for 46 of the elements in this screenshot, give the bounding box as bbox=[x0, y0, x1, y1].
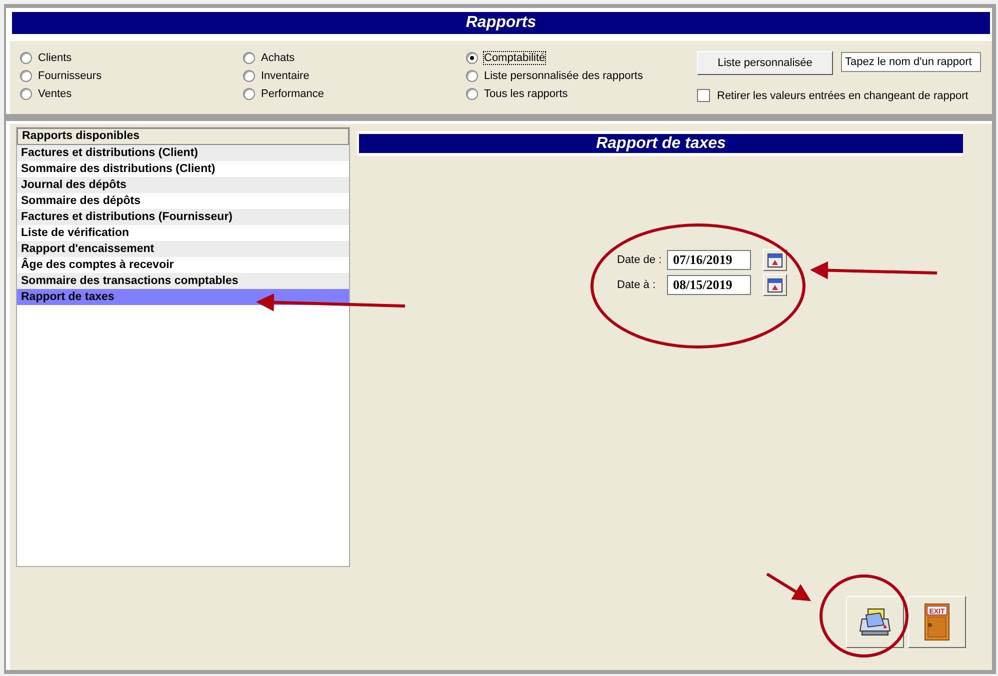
radio-icon[interactable] bbox=[466, 52, 478, 64]
report-list-item[interactable]: Sommaire des dépôts bbox=[17, 193, 349, 209]
report-title: Rapport de taxes bbox=[359, 134, 963, 153]
radio-icon[interactable] bbox=[243, 88, 255, 100]
report-type-radio[interactable]: Liste personnalisée des rapports bbox=[466, 69, 689, 83]
calendar-button[interactable] bbox=[763, 274, 787, 296]
report-list-item[interactable]: Sommaire des transactions comptables bbox=[17, 273, 349, 289]
report-list-item[interactable]: Journal des dépôts bbox=[17, 177, 349, 193]
calendar-icon bbox=[767, 252, 783, 268]
radio-icon[interactable] bbox=[243, 52, 255, 64]
report-type-radio[interactable]: Comptabilité bbox=[466, 51, 689, 65]
print-button[interactable] bbox=[846, 596, 904, 648]
radio-icon[interactable] bbox=[243, 70, 255, 82]
list-header: Rapports disponibles bbox=[17, 128, 349, 145]
calendar-button[interactable] bbox=[763, 249, 787, 271]
checkbox[interactable] bbox=[697, 89, 710, 102]
report-type-radio[interactable]: Inventaire bbox=[243, 69, 466, 83]
report-type-radio[interactable]: Ventes bbox=[20, 87, 243, 101]
report-type-radio[interactable]: Achats bbox=[243, 51, 466, 65]
report-list-item[interactable]: Âge des comptes à recevoir bbox=[17, 257, 349, 273]
report-list-item[interactable]: Factures et distributions (Fournisseur) bbox=[17, 209, 349, 225]
window-title: Rapports bbox=[12, 12, 990, 34]
report-type-radio[interactable]: Tous les rapports bbox=[466, 87, 689, 101]
radio-icon[interactable] bbox=[466, 88, 478, 100]
report-type-radio[interactable]: Clients bbox=[20, 51, 243, 65]
custom-list-button[interactable]: Liste personnalisée bbox=[697, 51, 833, 75]
checkbox-label: Retirer les valeurs entrées en changeant de rapport bbox=[717, 90, 968, 102]
search-field[interactable]: Tapez le nom d'un rapport bbox=[841, 52, 981, 72]
report-list-item[interactable]: Sommaire des distributions (Client) bbox=[17, 161, 349, 177]
radio-icon[interactable] bbox=[20, 70, 32, 82]
radio-icon[interactable] bbox=[20, 52, 32, 64]
date-label: Date de : bbox=[617, 254, 663, 266]
date-field[interactable]: 08/15/2019 bbox=[667, 275, 751, 295]
annotation-arrow bbox=[766, 572, 812, 602]
date-field[interactable]: 07/16/2019 bbox=[667, 250, 751, 270]
calendar-icon bbox=[767, 277, 783, 293]
report-list-item[interactable]: Factures et distributions (Client) bbox=[17, 145, 349, 161]
date-label: Date à : bbox=[617, 279, 657, 291]
report-type-radio[interactable]: Performance bbox=[243, 87, 466, 101]
report-type-radio[interactable]: Fournisseurs bbox=[20, 69, 243, 83]
radio-icon[interactable] bbox=[20, 88, 32, 100]
report-list-item[interactable]: Rapport de taxes bbox=[17, 289, 349, 305]
printer-icon bbox=[858, 607, 892, 637]
report-list-item[interactable]: Rapport d'encaissement bbox=[17, 241, 349, 257]
radio-icon[interactable] bbox=[466, 70, 478, 82]
report-list-item[interactable]: Liste de vérification bbox=[17, 225, 349, 241]
